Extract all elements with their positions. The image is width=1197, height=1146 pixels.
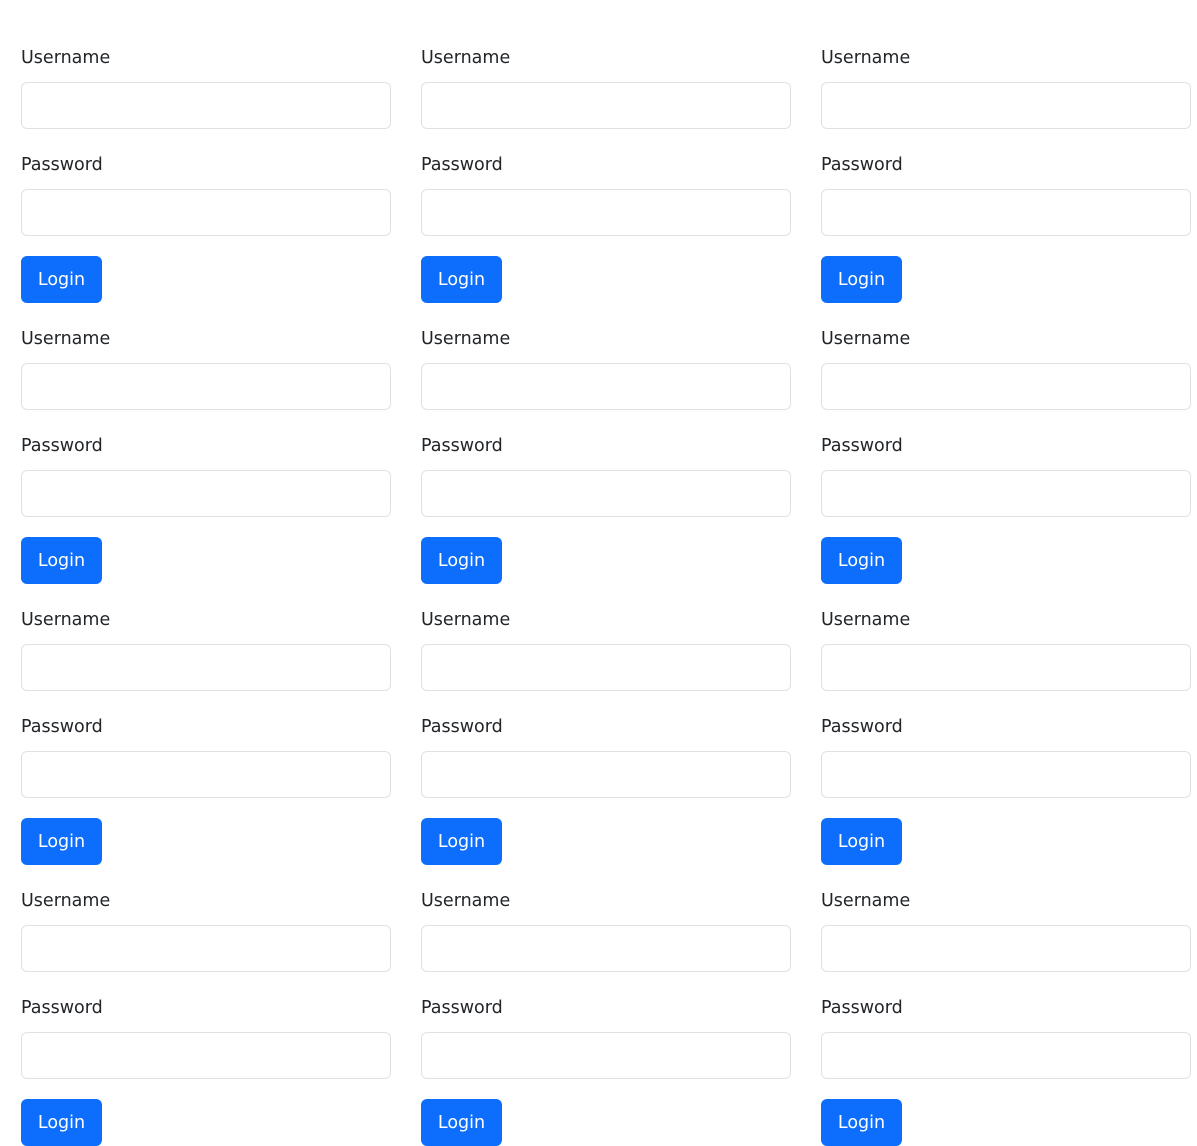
username-label: Username	[821, 48, 911, 68]
username-input[interactable]	[21, 925, 391, 972]
password-label: Password	[21, 717, 103, 737]
login-form-r4-c2: Username Password Login	[421, 843, 791, 1146]
login-form-r4-c3: Username Password Login	[821, 843, 1191, 1146]
username-label: Username	[21, 610, 111, 630]
login-form-r3-c3: Username Password Login	[821, 562, 1191, 865]
login-form-r3-c2: Username Password Login	[421, 562, 791, 865]
username-input[interactable]	[21, 82, 391, 129]
password-input[interactable]	[21, 189, 391, 236]
login-button[interactable]: Login	[21, 1099, 102, 1146]
username-input[interactable]	[821, 644, 1191, 691]
password-label: Password	[421, 155, 503, 175]
username-label: Username	[421, 48, 511, 68]
login-form-r2-c1: Username Password Login	[21, 281, 391, 584]
password-input[interactable]	[821, 1032, 1191, 1079]
username-input[interactable]	[21, 644, 391, 691]
login-form-grid: Username Password Login Username Passwor…	[0, 0, 1197, 1146]
password-label: Password	[21, 155, 103, 175]
password-input[interactable]	[821, 189, 1191, 236]
password-input[interactable]	[21, 470, 391, 517]
username-input[interactable]	[421, 925, 791, 972]
password-label: Password	[821, 436, 903, 456]
password-input[interactable]	[421, 1032, 791, 1079]
username-input[interactable]	[821, 925, 1191, 972]
username-input[interactable]	[821, 82, 1191, 129]
password-input[interactable]	[21, 751, 391, 798]
username-label: Username	[21, 329, 111, 349]
login-form-r2-c2: Username Password Login	[421, 281, 791, 584]
password-input[interactable]	[21, 1032, 391, 1079]
login-form-r1-c3: Username Password Login	[821, 0, 1191, 303]
username-label: Username	[821, 610, 911, 630]
password-input[interactable]	[421, 189, 791, 236]
login-button[interactable]: Login	[821, 1099, 902, 1146]
login-button[interactable]: Login	[421, 1099, 502, 1146]
login-form-r1-c1: Username Password Login	[21, 0, 391, 303]
password-label: Password	[21, 436, 103, 456]
login-form-r2-c3: Username Password Login	[821, 281, 1191, 584]
username-label: Username	[821, 891, 911, 911]
username-label: Username	[821, 329, 911, 349]
password-label: Password	[421, 436, 503, 456]
password-label: Password	[821, 717, 903, 737]
username-input[interactable]	[421, 82, 791, 129]
username-input[interactable]	[21, 363, 391, 410]
username-label: Username	[21, 48, 111, 68]
password-input[interactable]	[821, 751, 1191, 798]
password-input[interactable]	[421, 751, 791, 798]
login-form-r1-c2: Username Password Login	[421, 0, 791, 303]
username-input[interactable]	[421, 644, 791, 691]
password-input[interactable]	[821, 470, 1191, 517]
username-label: Username	[21, 891, 111, 911]
password-label: Password	[421, 717, 503, 737]
username-label: Username	[421, 891, 511, 911]
login-form-r4-c1: Username Password Login	[21, 843, 391, 1146]
username-label: Username	[421, 329, 511, 349]
username-input[interactable]	[421, 363, 791, 410]
password-label: Password	[821, 155, 903, 175]
login-form-r3-c1: Username Password Login	[21, 562, 391, 865]
username-input[interactable]	[821, 363, 1191, 410]
password-label: Password	[821, 998, 903, 1018]
password-input[interactable]	[421, 470, 791, 517]
username-label: Username	[421, 610, 511, 630]
password-label: Password	[21, 998, 103, 1018]
password-label: Password	[421, 998, 503, 1018]
